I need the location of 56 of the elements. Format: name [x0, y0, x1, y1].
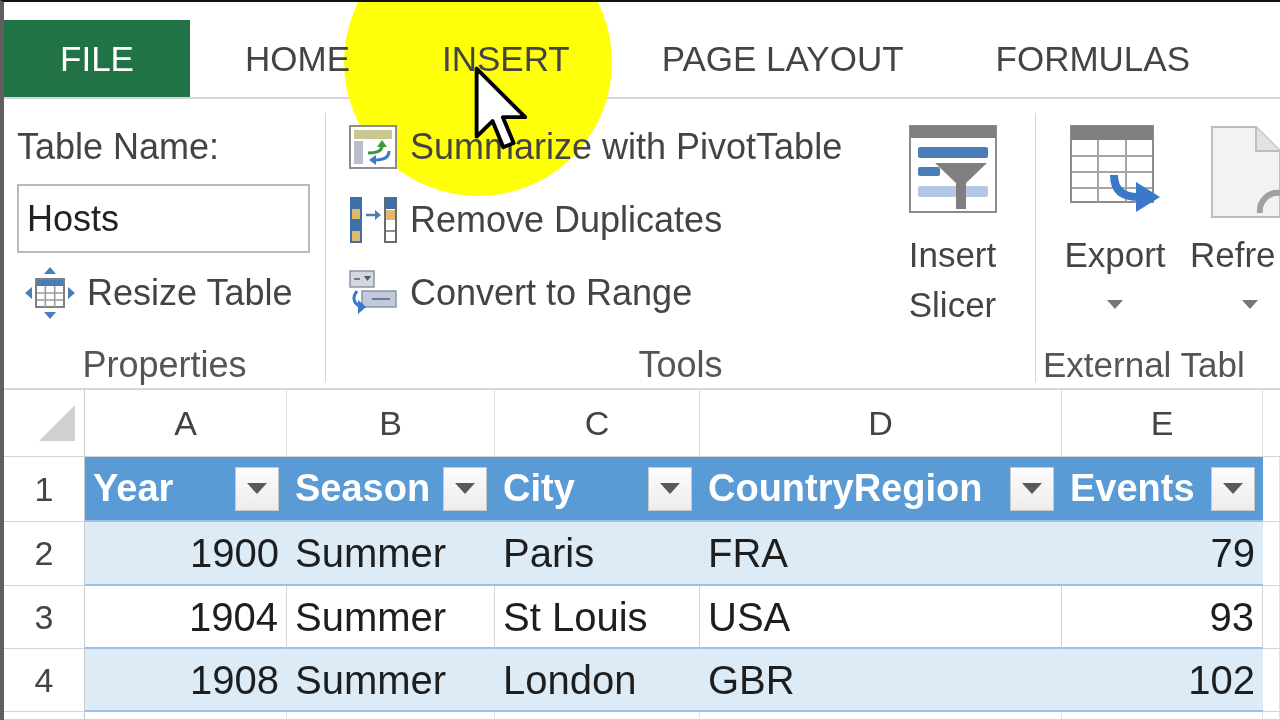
filter-button[interactable] [1211, 466, 1255, 511]
ribbon-tab[interactable]: PAGE LAYOUT [615, 20, 950, 97]
filter-button[interactable] [235, 466, 279, 511]
empty-cell [1263, 586, 1280, 649]
column-title: Season [295, 466, 431, 511]
columns-arrow-icon [348, 196, 398, 244]
column-title: CountryRegion [708, 466, 983, 511]
large-command-button[interactable]: Export [1060, 117, 1170, 309]
empty-cell [1263, 649, 1280, 712]
filter-button[interactable] [443, 466, 487, 511]
table-cell: Summer [287, 586, 495, 649]
group-label: Properties [82, 345, 247, 385]
caret-icon [660, 483, 680, 494]
caret-icon [247, 483, 267, 494]
table-cell: 1908 [85, 649, 287, 712]
caret-icon [1022, 483, 1042, 494]
table-cell: Summer [287, 649, 495, 712]
table-cell: 1904 [85, 586, 287, 649]
filter-panel-icon [908, 125, 997, 213]
ribbon-tab[interactable]: FORMULAS [949, 20, 1236, 97]
table-cell: Summer [287, 522, 495, 586]
table-arrows-icon [349, 125, 397, 169]
table-cell: FRA [700, 522, 1062, 586]
table-cell: 102 [1062, 649, 1263, 712]
table-cell: GBR [700, 649, 1062, 712]
group-label: External Tabl [1043, 345, 1245, 385]
filter-button[interactable] [648, 466, 692, 511]
table-cell: 79 [1062, 522, 1263, 586]
table-cell: St Louis [495, 586, 700, 649]
caret-icon [1223, 483, 1243, 494]
column-title: Year [93, 466, 174, 511]
empty-cell [1263, 522, 1280, 586]
table-cell: 93 [1062, 586, 1263, 649]
command-button[interactable]: Remove Duplicates [348, 190, 843, 250]
large-command-button[interactable]: Insert Slicer [905, 117, 1000, 330]
column-title: Events [1070, 466, 1195, 511]
fields-arrow-icon [348, 270, 398, 316]
table-cell: London [495, 649, 700, 712]
group-label: Tools [638, 345, 723, 385]
command-button[interactable]: Convert to Range [348, 263, 843, 323]
table-name-field[interactable]: Hosts [17, 184, 310, 253]
filter-button[interactable] [1010, 466, 1054, 511]
table-cell: USA [700, 586, 1062, 649]
file-tab[interactable]: FILE [4, 20, 190, 97]
column-title: City [503, 466, 575, 511]
table-cell: 1900 [85, 522, 287, 586]
caret-icon [455, 483, 475, 494]
table-cell: Paris [495, 522, 700, 586]
field-label: Table Name: [17, 125, 221, 169]
large-command-button[interactable]: Refre [1186, 117, 1280, 309]
ribbon-tab[interactable]: INSERT [396, 20, 616, 97]
table-arrow-icon [1070, 125, 1160, 215]
table-resize-icon [25, 267, 75, 319]
page-icon [1210, 125, 1280, 219]
command-button[interactable]: Resize Table [25, 263, 325, 323]
empty-cell [1263, 457, 1280, 522]
